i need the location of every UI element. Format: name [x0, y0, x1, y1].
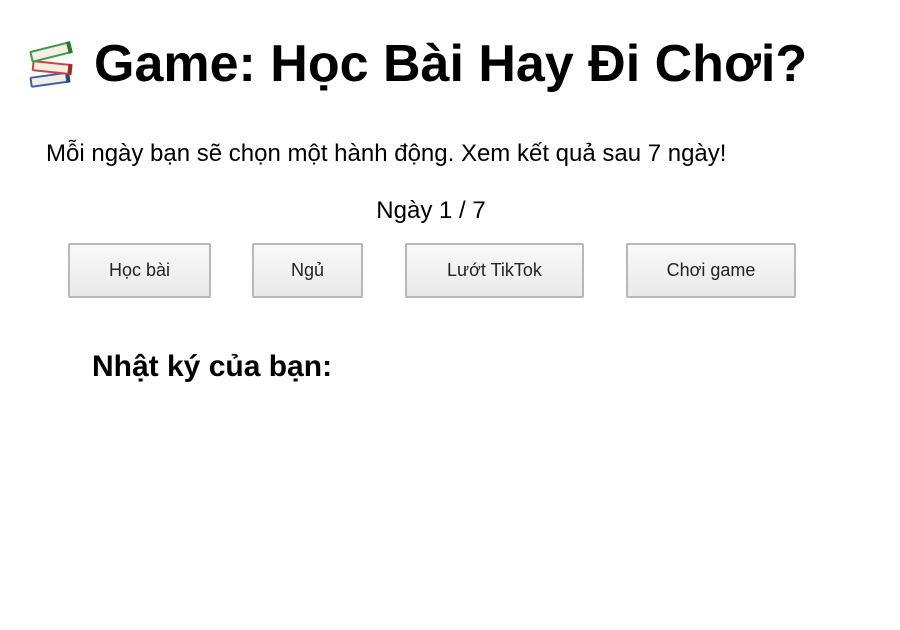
title-row: Game: Học Bài Hay Đi Chơi?: [26, 34, 807, 94]
game-page: Game: Học Bài Hay Đi Chơi? Mỗi ngày bạn …: [0, 0, 900, 630]
diary-heading: Nhật ký của bạn:: [92, 350, 333, 383]
diary-log: [92, 395, 792, 405]
study-button[interactable]: Học bài: [68, 243, 211, 298]
tiktok-button[interactable]: Lướt TikTok: [405, 243, 584, 298]
play-game-button[interactable]: Chơi game: [626, 243, 796, 298]
sleep-button[interactable]: Ngủ: [252, 243, 363, 298]
books-icon: [26, 38, 76, 90]
page-title: Game: Học Bài Hay Đi Chơi?: [94, 35, 808, 93]
day-counter: Ngày 1 / 7: [376, 197, 486, 224]
intro-text: Mỗi ngày bạn sẽ chọn một hành động. Xem …: [46, 140, 727, 167]
